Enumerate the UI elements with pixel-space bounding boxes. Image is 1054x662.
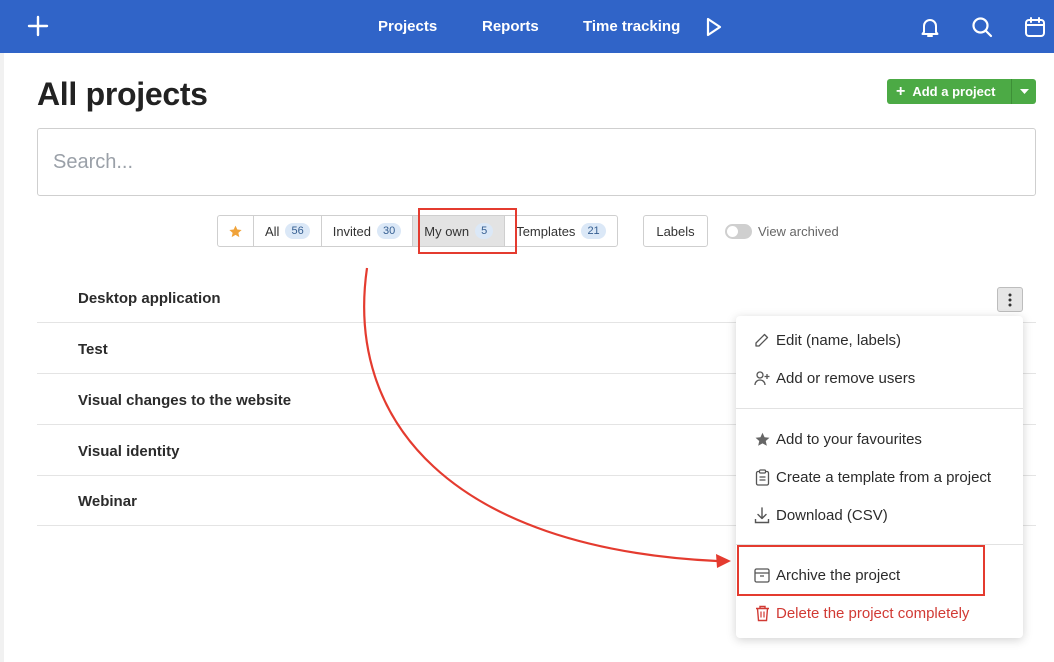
bell-icon[interactable] — [918, 15, 942, 39]
project-name: Visual changes to the website — [78, 391, 292, 409]
add-project-label: Add a project — [912, 84, 996, 99]
nav-projects[interactable]: Projects — [378, 0, 437, 53]
project-name: Desktop application — [78, 289, 221, 307]
filter-templates-count: 21 — [581, 223, 606, 239]
page-title: All projects — [37, 76, 208, 112]
filter-my-own-label: My own — [424, 223, 470, 239]
menu-users-label: Add or remove users — [776, 369, 916, 387]
menu-users[interactable]: Add or remove users — [736, 361, 1023, 395]
filter-all-label: All — [265, 223, 280, 239]
nav-reports[interactable]: Reports — [482, 0, 539, 53]
clipboard-icon — [753, 468, 771, 486]
project-actions-button[interactable] — [997, 287, 1023, 312]
menu-template[interactable]: Create a template from a project — [736, 460, 1023, 494]
filter-my-own[interactable]: My own 5 — [413, 216, 506, 246]
project-name: Visual identity — [78, 442, 180, 460]
add-project-button[interactable]: + Add a project — [887, 79, 1036, 104]
top-navigation-bar: Projects Reports Time tracking — [0, 0, 1054, 53]
play-icon[interactable] — [704, 16, 724, 38]
archive-box-icon — [753, 566, 771, 584]
filter-my-own-count: 5 — [475, 223, 494, 239]
filter-invited-count: 30 — [377, 223, 402, 239]
search-icon[interactable] — [970, 15, 994, 39]
menu-favourite-label: Add to your favourites — [776, 430, 922, 448]
menu-archive[interactable]: Archive the project — [736, 558, 1023, 592]
trash-icon — [753, 604, 771, 622]
menu-edit[interactable]: Edit (name, labels) — [736, 323, 1023, 357]
filter-all-count: 56 — [285, 223, 310, 239]
pencil-icon — [753, 331, 771, 349]
filter-templates-label: Templates — [516, 223, 576, 239]
menu-download-label: Download (CSV) — [776, 506, 888, 524]
menu-delete[interactable]: Delete the project completely — [736, 596, 1023, 630]
search-input[interactable] — [37, 128, 1036, 196]
add-project-dropdown[interactable] — [1012, 79, 1036, 104]
project-filter-group: All 56 Invited 30 My own 5 Templates 21 — [217, 215, 618, 247]
calendar-icon[interactable] — [1023, 15, 1047, 39]
filter-favourites[interactable] — [218, 216, 254, 246]
nav-time-tracking[interactable]: Time tracking — [583, 0, 680, 53]
add-project-main[interactable]: + Add a project — [887, 79, 1012, 104]
menu-delete-label: Delete the project completely — [776, 604, 970, 622]
project-name: Test — [78, 340, 108, 358]
filter-templates[interactable]: Templates 21 — [505, 216, 617, 246]
menu-download[interactable]: Download (CSV) — [736, 498, 1023, 532]
menu-edit-label: Edit (name, labels) — [776, 331, 902, 349]
left-edge-divider — [0, 53, 4, 662]
caret-down-icon — [1019, 88, 1029, 94]
view-archived-toggle[interactable] — [725, 224, 752, 239]
menu-archive-label: Archive the project — [776, 566, 901, 584]
menu-template-label: Create a template from a project — [776, 468, 992, 486]
filter-all[interactable]: All 56 — [254, 216, 322, 246]
menu-divider — [736, 408, 1023, 409]
star-icon — [753, 430, 771, 448]
labels-button[interactable]: Labels — [643, 215, 708, 247]
toggle-knob — [727, 226, 738, 237]
user-plus-icon — [753, 369, 771, 387]
project-name: Webinar — [78, 492, 137, 510]
download-icon — [753, 506, 771, 524]
view-archived-label: View archived — [758, 224, 839, 239]
filter-invited[interactable]: Invited 30 — [322, 216, 414, 246]
project-context-menu: Edit (name, labels) Add or remove users … — [736, 316, 1023, 638]
menu-favourite[interactable]: Add to your favourites — [736, 422, 1023, 456]
plus-icon: + — [896, 82, 906, 100]
star-icon — [229, 225, 242, 237]
more-vertical-icon — [1008, 293, 1012, 306]
filter-invited-label: Invited — [332, 223, 372, 239]
menu-divider — [736, 544, 1023, 545]
plus-icon[interactable] — [26, 14, 50, 38]
